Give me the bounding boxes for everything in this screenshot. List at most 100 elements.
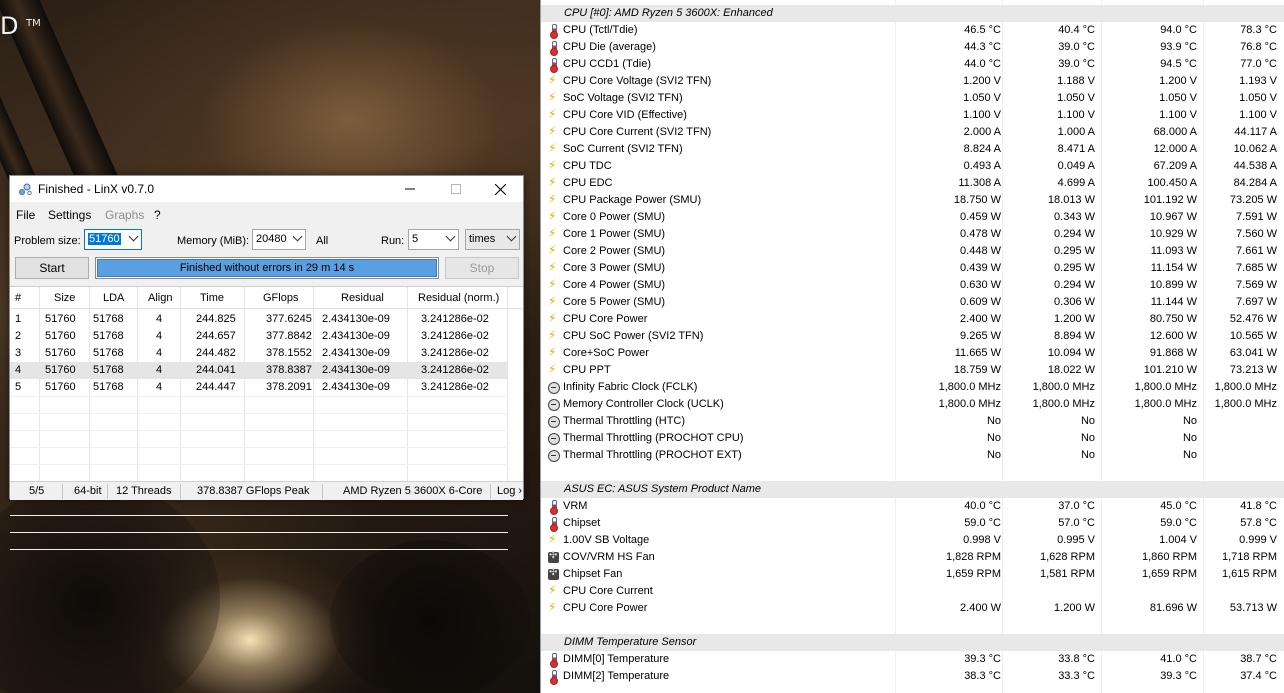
sensor-row[interactable]: Core 2 Power (SMU) 0.448 W 0.295 W 11.093 W… [541, 243, 1284, 260]
menu-file[interactable]: File [16, 208, 35, 222]
sensor-current: 2.400 W [960, 313, 1001, 325]
cell-align: 4 [156, 313, 163, 325]
sensor-row[interactable]: Chipset 59.0 °C 57.0 °C 59.0 °C 57.8 °C [541, 515, 1284, 532]
close-button[interactable] [477, 176, 523, 202]
log-button[interactable]: Log › [497, 485, 522, 497]
sensor-maximum: 1.200 V [1159, 75, 1197, 87]
sensor-minimum: 18.013 W [1047, 194, 1095, 206]
memory-combo[interactable]: 20480 [252, 229, 306, 250]
table-row[interactable]: 2 51760 51768 4 244.657 377.8842 2.434130e-09 3… [10, 328, 508, 345]
sensor-minimum: 1.200 W [1054, 313, 1095, 325]
sensor-row[interactable]: Core+SoC Power 11.665 W 10.094 W 91.868 W 63… [541, 345, 1284, 362]
sensor-row[interactable]: CPU PPT 18.759 W 18.022 W 101.210 W 73.213 W [541, 362, 1284, 379]
sensor-row[interactable]: CPU CCD1 (Tdie) 44.0 °C 39.0 °C 94.5 °C 77.0… [541, 56, 1284, 73]
sensor-minimum: No [1080, 449, 1095, 461]
menu-graphs[interactable]: Graphs [105, 208, 144, 222]
row-gridline [10, 464, 508, 465]
sensor-row[interactable]: Infinity Fabric Clock (FCLK) 1,800.0 MHz 1… [541, 379, 1284, 396]
column-header-time[interactable]: Time [200, 292, 224, 304]
sensor-row[interactable]: SoC Voltage (SVI2 TFN) 1.050 V 1.050 V 1.05… [541, 90, 1284, 107]
sensor-row[interactable]: Core 4 Power (SMU) 0.630 W 0.294 W 10.899 W… [541, 277, 1284, 294]
status-divider [490, 484, 491, 499]
sensor-row[interactable]: CPU Core Voltage (SVI2 TFN) 1.200 V 1.188 … [541, 73, 1284, 90]
column-header-lda[interactable]: LDA [103, 292, 124, 304]
status-runs: 5/5 [29, 485, 45, 497]
lightning-bolt-icon [548, 260, 560, 275]
sensor-row[interactable]: Core 3 Power (SMU) 0.439 W 0.295 W 11.154 W… [541, 260, 1284, 277]
progress-bar: Finished without errors in 29 m 14 s [95, 257, 439, 279]
table-row[interactable]: 3 51760 51768 4 244.482 378.1552 2.434130e-09 3… [10, 345, 508, 362]
sensor-row[interactable]: CPU SoC Power (SVI2 TFN) 9.265 W 8.894 W 12… [541, 328, 1284, 345]
sensor-minimum: 0.295 W [1054, 245, 1095, 257]
title-bar[interactable]: Finished - LinX v0.7.0 [10, 176, 523, 202]
start-button[interactable]: Start [15, 257, 89, 279]
table-row[interactable]: 1 51760 51768 4 244.825 377.6245 2.434130e-09 3… [10, 311, 508, 328]
table-row[interactable]: 5 51760 51768 4 244.447 378.2091 2.434130e-09 3… [10, 379, 508, 396]
run-count-combo[interactable]: 5 [408, 229, 459, 250]
sensor-row[interactable]: Core 5 Power (SMU) 0.609 W 0.306 W 11.144 W… [541, 294, 1284, 311]
sensor-row[interactable]: Chipset Fan 1,659 RPM 1,581 RPM 1,659 RPM 1,… [541, 566, 1284, 583]
cell-size: 51760 [45, 313, 76, 325]
status-divider [107, 484, 108, 499]
sensor-minimum: 1.050 V [1057, 92, 1095, 104]
sensor-row[interactable]: CPU (Tctl/Tdie) 46.5 °C 40.4 °C 94.0 °C 78.3… [541, 22, 1284, 39]
sensor-average: 44.538 A [1233, 160, 1277, 172]
sensor-row[interactable]: VRM 40.0 °C 37.0 °C 45.0 °C 41.8 °C [541, 498, 1284, 515]
sensor-row[interactable]: CPU Core Power 2.400 W 1.200 W 81.696 W 53.7… [541, 600, 1284, 617]
wallpaper-shape [330, 540, 530, 693]
sensor-row[interactable]: Core 0 Power (SMU) 0.459 W 0.343 W 10.967 W… [541, 209, 1284, 226]
sensor-current: 44.3 °C [964, 41, 1001, 53]
column-header-residual-norm[interactable]: Residual (norm.) [418, 292, 499, 304]
sensor-row[interactable]: CPU Core Current (SVI2 TFN) 2.000 A 1.000 … [541, 124, 1284, 141]
sensor-average: 0.999 V [1239, 534, 1277, 546]
stop-button[interactable]: Stop [445, 257, 519, 279]
minimize-button[interactable] [387, 176, 433, 202]
memory-value: 20480 [256, 233, 287, 245]
fan-icon [548, 550, 560, 564]
sensor-row[interactable]: Core 1 Power (SMU) 0.478 W 0.294 W 10.929 W… [541, 226, 1284, 243]
sensor-row[interactable]: Thermal Throttling (PROCHOT CPU) No No No [541, 430, 1284, 447]
sensor-minimum: 1,628 RPM [1039, 551, 1095, 563]
sensor-row[interactable]: DIMM[2] Temperature 38.3 °C 33.3 °C 39.3 °C… [541, 668, 1284, 685]
lightning-bolt-icon [548, 192, 560, 207]
sensor-row[interactable]: CPU EDC 11.308 A 4.699 A 100.450 A 84.284 A [541, 175, 1284, 192]
sensor-group-header[interactable]: CPU [#0]: AMD Ryzen 5 3600X: Enhanced [541, 5, 1284, 22]
sensor-row[interactable]: COV/VRM HS Fan 1,828 RPM 1,628 RPM 1,860 RP… [541, 549, 1284, 566]
wallpaper-shape [0, 480, 220, 693]
menu-settings[interactable]: Settings [48, 208, 91, 222]
sensor-current: 40.0 °C [964, 500, 1001, 512]
maximize-button[interactable] [433, 176, 479, 202]
sensor-group-header[interactable]: ASUS EC: ASUS System Product Name [541, 481, 1284, 498]
sensor-row[interactable]: DIMM[0] Temperature 39.3 °C 33.8 °C 41.0 °C… [541, 651, 1284, 668]
sensor-minimum: 0.294 W [1054, 279, 1095, 291]
sensor-row[interactable]: 1.00V SB Voltage 0.998 V 0.995 V 1.004 V 0.9… [541, 532, 1284, 549]
problem-size-combo[interactable]: 51760 [84, 229, 142, 250]
sensor-row[interactable]: Thermal Throttling (PROCHOT EXT) No No No [541, 447, 1284, 464]
sensor-row[interactable]: CPU Core Power 2.400 W 1.200 W 80.750 W 52.4… [541, 311, 1284, 328]
column-header-align[interactable]: Align [148, 292, 172, 304]
menu-help[interactable]: ? [154, 208, 161, 222]
sensor-group-header[interactable]: DIMM Temperature Sensor [541, 634, 1284, 651]
table-row[interactable]: 4 51760 51768 4 244.041 378.8387 2.434130e-09 3… [10, 362, 508, 379]
cell-size: 51760 [45, 330, 76, 342]
sensor-spacer-row [541, 617, 1284, 634]
column-header-index[interactable]: # [15, 292, 21, 304]
lightning-bolt-icon [548, 90, 560, 105]
sensor-row[interactable]: CPU Die (average) 44.3 °C 39.0 °C 93.9 °C 76… [541, 39, 1284, 56]
clock-icon [548, 415, 560, 428]
sensor-minimum: 1.200 W [1054, 602, 1095, 614]
sensor-row[interactable]: CPU Core VID (Effective) 1.100 V 1.100 V 1.… [541, 107, 1284, 124]
sensor-row[interactable]: CPU Core Current [541, 583, 1284, 600]
sensor-row[interactable]: Memory Controller Clock (UCLK) 1,800.0 MH… [541, 396, 1284, 413]
sensor-row[interactable]: CPU Package Power (SMU) 18.750 W 18.013 W 1… [541, 192, 1284, 209]
column-header-size[interactable]: Size [54, 292, 75, 304]
cell-residual-norm: 3.241286e-02 [421, 364, 489, 376]
column-header-gflops[interactable]: GFlops [263, 292, 298, 304]
all-button[interactable]: All [316, 235, 328, 247]
run-unit-combo[interactable]: times [465, 229, 520, 250]
column-header-residual[interactable]: Residual [341, 292, 384, 304]
sensor-row[interactable]: SoC Current (SVI2 TFN) 8.824 A 8.471 A 12.0… [541, 141, 1284, 158]
sensor-row[interactable]: Thermal Throttling (HTC) No No No [541, 413, 1284, 430]
sensor-row[interactable]: CPU TDC 0.493 A 0.049 A 67.209 A 44.538 A [541, 158, 1284, 175]
sensor-minimum: 40.4 °C [1058, 24, 1095, 36]
